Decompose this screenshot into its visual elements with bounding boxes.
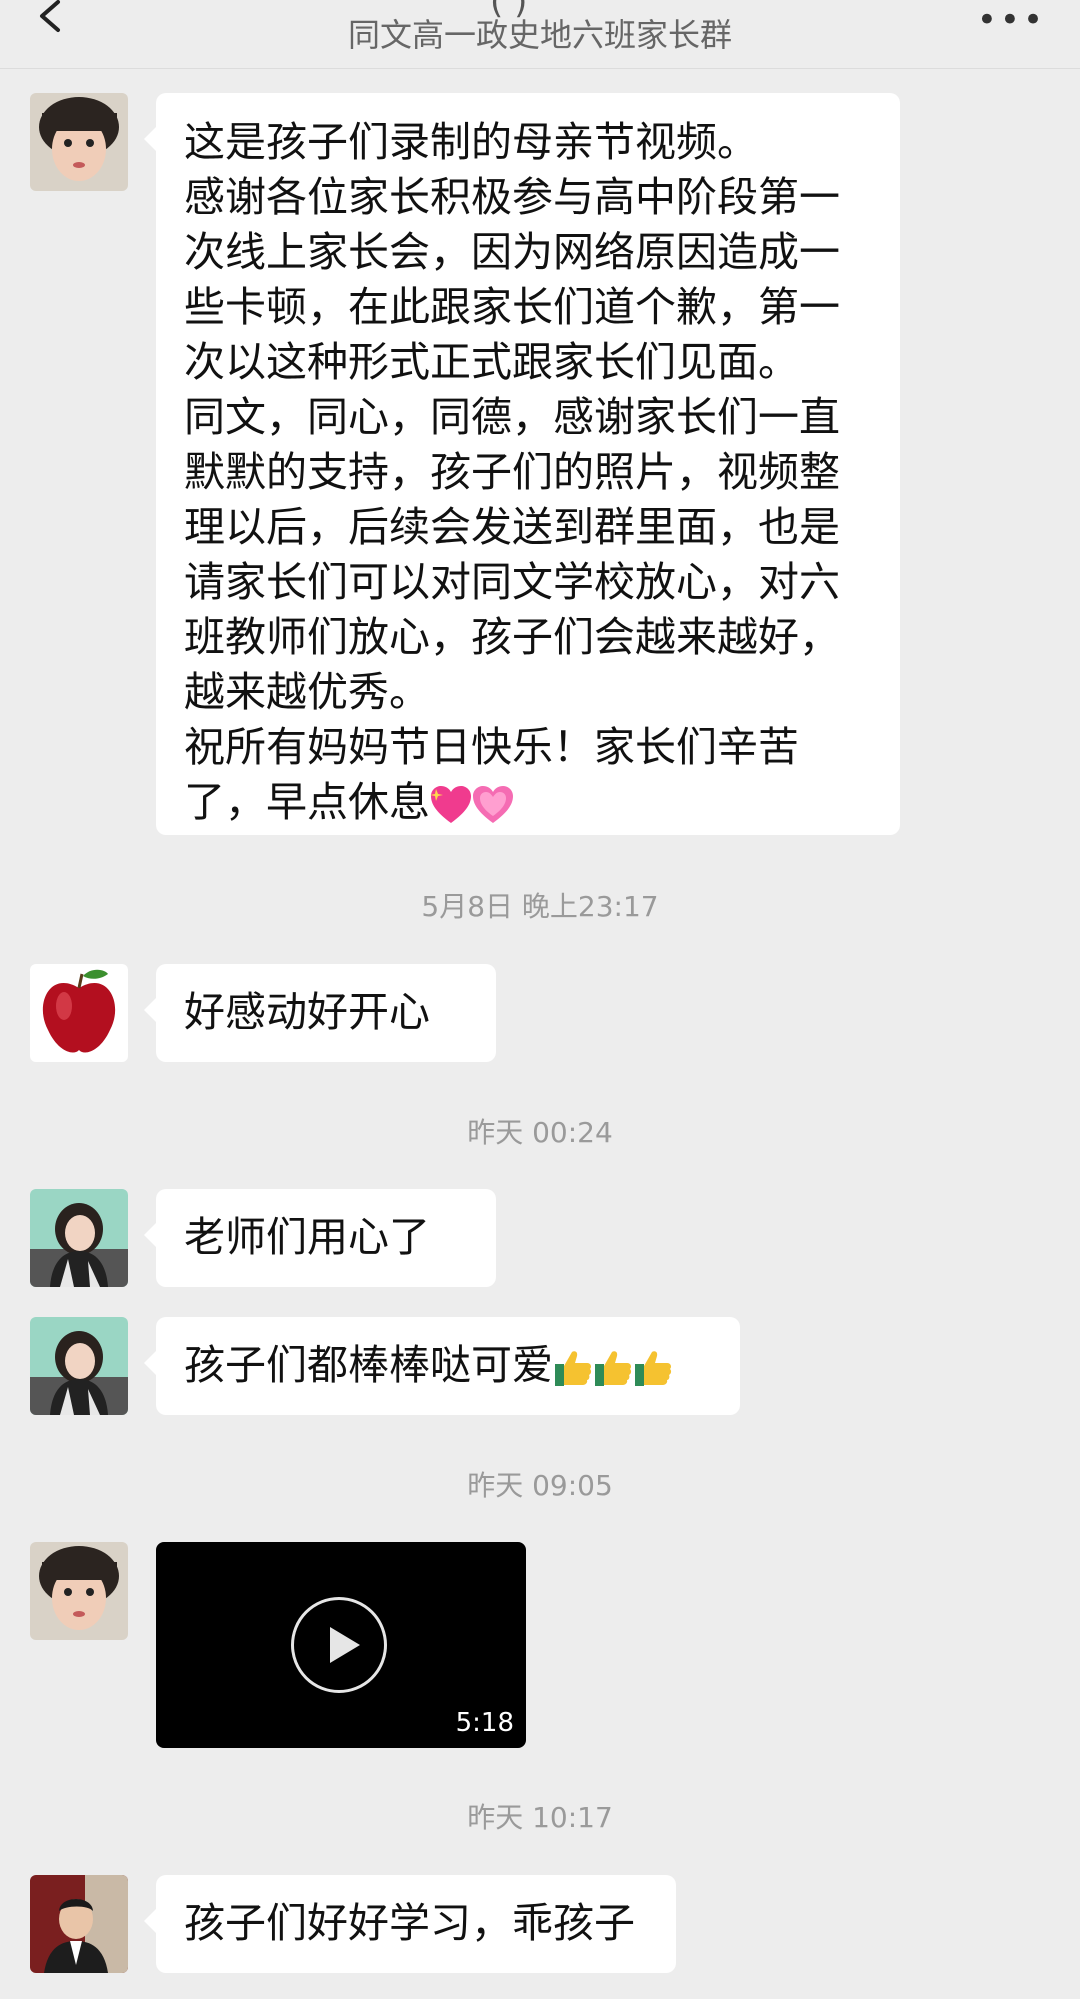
avatar[interactable] <box>30 1875 128 1973</box>
heart-icon <box>473 786 513 823</box>
message-bubble[interactable]: 孩子们都棒棒哒可爱 <box>144 1317 740 1415</box>
message-text: 老师们用心了 <box>184 1213 430 1261</box>
message-text: 这是孩子们录制的母亲节视频。 感谢各位家长积极参与高中阶段第一次线上家长会，因为… <box>184 118 840 826</box>
video-duration: 5:18 <box>455 1708 514 1738</box>
timestamp: 昨天 00:24 <box>467 1116 613 1149</box>
message-text: 孩子们好好学习，乖孩子 <box>184 1899 635 1947</box>
avatar[interactable] <box>30 1317 128 1415</box>
thumbs-up-icon <box>555 1351 592 1386</box>
message-bubble[interactable]: 孩子们好好学习，乖孩子 <box>144 1875 676 1973</box>
avatar[interactable] <box>30 964 128 1062</box>
message-text: 孩子们都棒棒哒可爱 <box>184 1341 553 1389</box>
timestamp: 5月8日 晚上23:17 <box>421 890 659 923</box>
thumbs-up-icon <box>595 1351 632 1386</box>
thumbs-up-icon <box>635 1351 672 1386</box>
sparkling-heart-icon <box>430 786 471 823</box>
timestamp: 昨天 09:05 <box>467 1469 613 1502</box>
avatar[interactable] <box>30 1542 128 1640</box>
message-bubble[interactable]: 老师们用心了 <box>144 1189 496 1287</box>
message-bubble[interactable]: 好感动好开心 <box>144 964 496 1062</box>
video-message[interactable]: 5:18 <box>156 1542 526 1748</box>
play-icon[interactable] <box>291 1597 387 1693</box>
chat-title: 同文高一政史地六班家长群 <box>347 16 732 54</box>
avatar[interactable] <box>30 1189 128 1287</box>
chat-header: ( ) 同文高一政史地六班家长群 ••• <box>0 0 1080 69</box>
message-text: 好感动好开心 <box>184 988 430 1036</box>
avatar[interactable] <box>30 93 128 191</box>
message-bubble[interactable]: 这是孩子们录制的母亲节视频。 感谢各位家长积极参与高中阶段第一次线上家长会，因为… <box>144 93 900 835</box>
more-options-icon[interactable]: ••• <box>977 0 1046 40</box>
timestamp: 昨天 10:17 <box>467 1801 613 1834</box>
